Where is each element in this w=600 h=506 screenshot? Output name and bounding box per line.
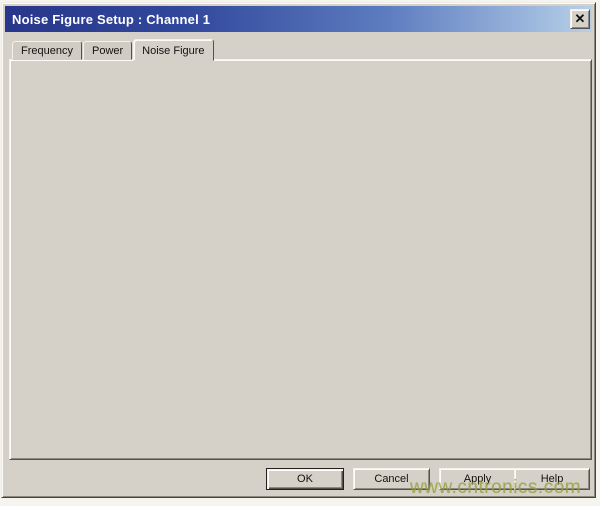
ok-button-label: OK — [297, 473, 313, 485]
apply-button[interactable]: Apply — [439, 468, 516, 490]
apply-button-label: Apply — [464, 473, 492, 485]
ok-button[interactable]: OK — [266, 468, 344, 490]
cancel-button[interactable]: Cancel — [353, 468, 430, 490]
title-bar: Noise Figure Setup : Channel 1 ✕ — [5, 6, 592, 32]
cancel-button-label: Cancel — [374, 473, 408, 485]
tab-strip: Frequency Power Noise Figure — [12, 41, 215, 60]
tab-page-noise-figure — [9, 59, 592, 460]
tab-noise-figure[interactable]: Noise Figure — [133, 39, 213, 61]
tab-noise-figure-label: Noise Figure — [142, 45, 204, 57]
help-button[interactable]: Help — [514, 468, 590, 490]
tab-frequency-label: Frequency — [21, 45, 73, 57]
tab-power-label: Power — [92, 45, 123, 57]
noise-figure-setup-dialog: Noise Figure Setup : Channel 1 ✕ Frequen… — [1, 2, 596, 498]
window-title: Noise Figure Setup : Channel 1 — [12, 12, 210, 27]
close-button[interactable]: ✕ — [570, 9, 590, 29]
tab-frequency[interactable]: Frequency — [12, 41, 82, 60]
help-button-label: Help — [541, 473, 564, 485]
close-icon: ✕ — [575, 11, 586, 27]
tab-power[interactable]: Power — [83, 41, 132, 60]
